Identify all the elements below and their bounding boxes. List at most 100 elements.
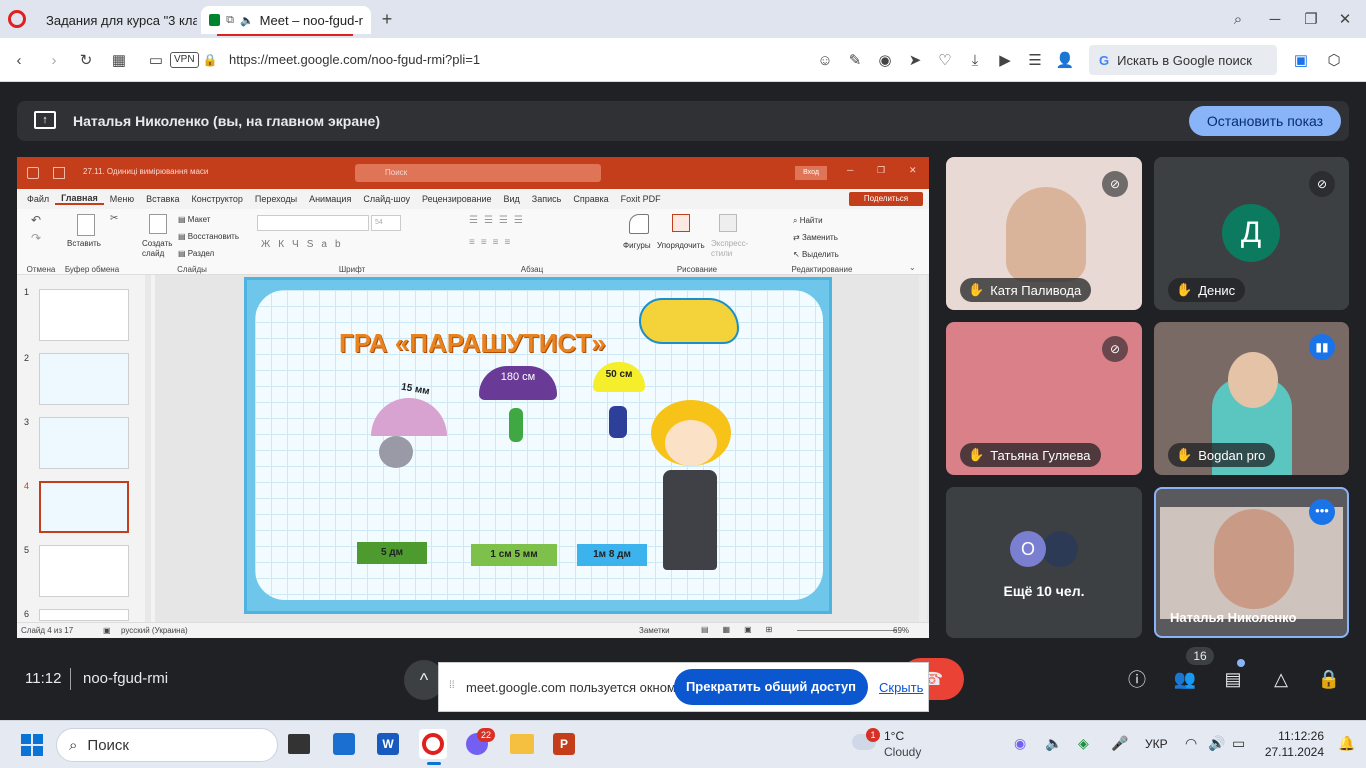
- answer-card[interactable]: 5 дм: [357, 542, 427, 564]
- explorer-icon[interactable]: [510, 734, 534, 754]
- participant-tile[interactable]: Д ⊘ ✋ Денис: [1154, 157, 1349, 310]
- slide-thumbnail[interactable]: [39, 353, 129, 405]
- volume-icon[interactable]: 🔊: [1208, 735, 1225, 752]
- stop-sharing-button[interactable]: Прекратить общий доступ: [674, 669, 868, 705]
- tray-volume-icon[interactable]: 🔈: [1045, 735, 1062, 752]
- battery-icon[interactable]: ▭: [1232, 735, 1245, 752]
- reload-icon[interactable]: ↻: [77, 51, 95, 69]
- collapse-ribbon-icon[interactable]: ⌄: [909, 263, 916, 272]
- ppt-tab[interactable]: Справка: [567, 194, 614, 204]
- spellcheck-icon[interactable]: ▣: [103, 626, 111, 635]
- slide-thumbnail[interactable]: [39, 545, 129, 597]
- url-field[interactable]: https://meet.google.com/noo-fgud-rmi?pli…: [229, 52, 480, 67]
- slide-scrollbar[interactable]: [919, 275, 927, 622]
- ppt-tab[interactable]: Рецензирование: [416, 194, 498, 204]
- participant-tile[interactable]: ⊘ ✋ Татьяна Гуляева: [946, 322, 1142, 475]
- new-slide-icon[interactable]: [149, 214, 167, 234]
- arrange-icon[interactable]: [672, 214, 690, 232]
- store-icon[interactable]: [333, 733, 355, 755]
- ppt-minimize-icon[interactable]: ─: [847, 165, 853, 175]
- lock-icon[interactable]: 🔒: [203, 51, 218, 69]
- download-icon[interactable]: ⤓: [966, 51, 984, 69]
- ppt-search[interactable]: Поиск: [355, 164, 601, 182]
- ppt-restore-icon[interactable]: ❐: [877, 165, 885, 176]
- restore-icon[interactable]: ❐: [1302, 10, 1320, 28]
- slide-thumbnail-selected[interactable]: [39, 481, 129, 533]
- participant-tile[interactable]: ▮▮ ✋ Bogdan pro: [1154, 322, 1349, 475]
- font-format-buttons[interactable]: ЖКЧSab: [261, 239, 349, 250]
- self-tile[interactable]: ••• Наталья Николенко: [1154, 487, 1349, 638]
- quick-styles-icon[interactable]: [719, 214, 737, 232]
- list-buttons[interactable]: ☰☰☰☰: [469, 215, 529, 226]
- extensions-icon[interactable]: ⬡: [1325, 51, 1343, 69]
- back-icon[interactable]: ‹: [10, 51, 28, 69]
- new-tab-icon[interactable]: +: [378, 9, 396, 29]
- minimize-icon[interactable]: ─: [1266, 10, 1284, 28]
- tab-classroom[interactable]: Задания для курса "3 кла: [32, 6, 197, 34]
- ppt-tab[interactable]: Слайд-шоу: [357, 194, 416, 204]
- language-status[interactable]: русский (Украина): [121, 626, 188, 635]
- vpn-badge[interactable]: VPN: [170, 52, 199, 68]
- tray-viber-icon[interactable]: ◉: [1014, 735, 1026, 752]
- redo-icon[interactable]: ↷: [31, 231, 41, 245]
- camera-icon[interactable]: ▭: [147, 51, 165, 69]
- zoom-slider[interactable]: [797, 630, 897, 631]
- select-button[interactable]: ↖ Выделить: [793, 250, 839, 259]
- shapes-button[interactable]: Фигуры: [623, 241, 651, 250]
- screenshot-icon[interactable]: ◉: [876, 51, 894, 69]
- ppt-tab[interactable]: Переходы: [249, 194, 303, 204]
- find-button[interactable]: ⌕ Найти: [793, 216, 823, 226]
- section-button[interactable]: ▤ Раздел: [178, 249, 214, 258]
- ppt-tab[interactable]: Меню: [104, 194, 140, 204]
- profile-icon[interactable]: 👤: [1056, 51, 1075, 69]
- ppt-share-button[interactable]: Поделиться: [849, 192, 923, 206]
- tray-mic-icon[interactable]: 🎤: [1111, 735, 1128, 752]
- align-buttons[interactable]: ≡≡≡≡: [469, 237, 516, 248]
- wallet-icon[interactable]: ▣: [1292, 51, 1310, 69]
- pip-icon[interactable]: ⧉: [226, 14, 234, 27]
- undo-icon[interactable]: ↶: [31, 213, 41, 227]
- font-name-field[interactable]: [257, 215, 369, 231]
- slide-thumbnail[interactable]: [39, 289, 129, 341]
- ppt-tab[interactable]: Вид: [498, 194, 526, 204]
- paste-button[interactable]: Вставить: [67, 239, 101, 248]
- ppt-login-button[interactable]: Вход: [795, 166, 827, 180]
- slide-thumbnail[interactable]: [39, 609, 129, 621]
- opera-taskbar-icon[interactable]: [419, 729, 447, 759]
- wifi-icon[interactable]: ◠: [1185, 735, 1197, 752]
- clock-date[interactable]: 27.11.2024: [1260, 745, 1324, 759]
- ppt-tab-active[interactable]: Главная: [55, 193, 104, 205]
- paste-icon[interactable]: [77, 214, 95, 236]
- people-icon[interactable]: 👥: [1165, 659, 1205, 699]
- new-slide-button[interactable]: Создать слайд: [142, 239, 172, 259]
- search-icon[interactable]: ⌕: [1229, 10, 1247, 28]
- clock-time[interactable]: 11:12:26: [1264, 729, 1324, 743]
- word-icon[interactable]: W: [377, 733, 399, 755]
- more-participants-tile[interactable]: О Ещё 10 чел.: [946, 487, 1142, 638]
- answer-card[interactable]: 1 см 5 мм: [471, 544, 557, 566]
- shapes-icon[interactable]: [629, 214, 649, 234]
- ppt-tab[interactable]: Вставка: [140, 194, 185, 204]
- reset-button[interactable]: ▤ Восстановить: [178, 232, 239, 241]
- ppt-close-icon[interactable]: ✕: [909, 165, 917, 176]
- opera-logo-icon[interactable]: [8, 10, 26, 28]
- notes-button[interactable]: Заметки: [639, 626, 670, 635]
- hide-link[interactable]: Скрыть: [879, 680, 923, 695]
- slide-thumbnail[interactable]: [39, 417, 129, 469]
- tray-security-icon[interactable]: ◈: [1078, 735, 1089, 752]
- quick-styles-button[interactable]: Экспресс-стили: [711, 239, 748, 259]
- player-icon[interactable]: ▶: [996, 51, 1014, 69]
- speaker-icon[interactable]: 🔈: [240, 14, 254, 27]
- powerpoint-icon[interactable]: P: [553, 733, 575, 755]
- info-icon[interactable]: ⓘ: [1117, 659, 1157, 699]
- more-options-icon[interactable]: •••: [1309, 499, 1335, 525]
- host-controls-icon[interactable]: 🔒: [1309, 659, 1349, 699]
- notifications-icon[interactable]: 🔔: [1338, 735, 1355, 752]
- chat-icon[interactable]: ▤: [1213, 659, 1253, 699]
- ppt-tab[interactable]: Файл: [21, 194, 55, 204]
- save-icon[interactable]: [53, 167, 65, 179]
- cut-icon[interactable]: ✂: [110, 213, 118, 224]
- tab-meet[interactable]: ⧉ 🔈 Meet – noo-fgud-r: [201, 6, 371, 34]
- heart-icon[interactable]: ♡: [936, 51, 954, 69]
- ppt-tab[interactable]: Конструктор: [186, 194, 249, 204]
